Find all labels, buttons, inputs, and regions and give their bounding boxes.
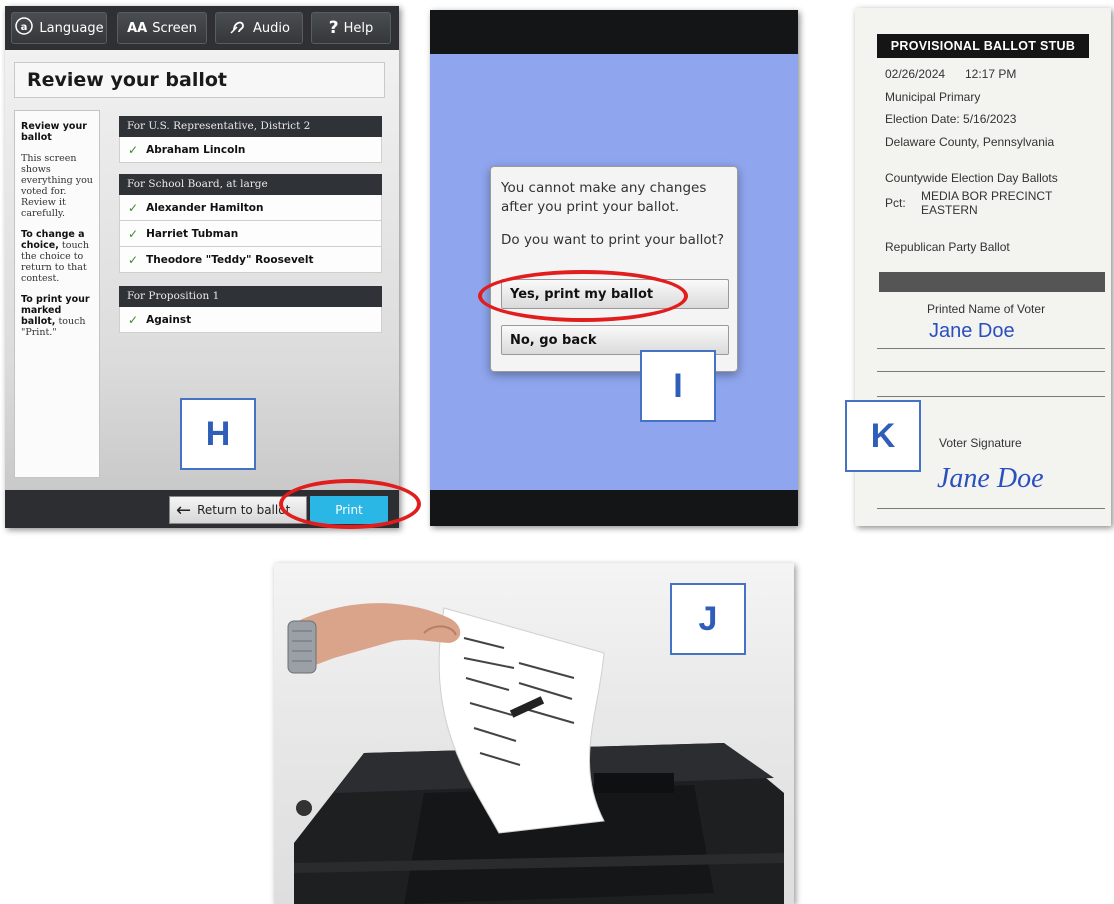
signature-line — [877, 508, 1105, 509]
print-highlight-ring — [279, 479, 421, 529]
svg-text:a: a — [21, 22, 28, 33]
arrow-left-icon: ← — [176, 499, 192, 521]
choice-row[interactable]: ✓ Against — [119, 307, 382, 333]
contest-us-representative: For U.S. Representative, District 2 ✓ Abr… — [119, 116, 382, 163]
panel-printer-photo: J — [274, 563, 794, 904]
choice-row[interactable]: ✓ Harriet Tubman — [119, 221, 382, 247]
confirm-print-dialog: You cannot make any changes after you pr… — [490, 166, 738, 372]
page-title: Review your ballot — [14, 62, 385, 98]
stub-header: PROVISIONAL BALLOT STUB — [877, 34, 1089, 58]
panel-print-confirmation-screen: You cannot make any changes after you pr… — [430, 10, 798, 526]
stub-precinct-line1: MEDIA BOR PRECINCT — [921, 189, 1053, 203]
screen-button[interactable]: AA Screen — [117, 12, 207, 44]
help-icon: ? — [328, 18, 339, 38]
printed-name: Jane Doe — [929, 320, 1015, 342]
dialog-warning: You cannot make any changes after you pr… — [501, 180, 707, 215]
language-label: Language — [39, 20, 104, 36]
signature-label: Voter Signature — [939, 436, 1022, 450]
screen-label: Screen — [152, 20, 197, 36]
sidebar-print-instructions: To print your marked ballot, touch "Prin… — [21, 294, 93, 338]
ear-icon — [228, 16, 248, 40]
checkmark-icon: ✓ — [128, 200, 139, 215]
name-line — [877, 348, 1105, 349]
panel-label-h: H — [180, 398, 256, 470]
blank-line — [877, 396, 1105, 397]
language-icon: a — [14, 16, 34, 40]
printed-name-label: Printed Name of Voter — [927, 302, 1046, 316]
contest-school-board: For School Board, at large ✓ Alexander Ha… — [119, 174, 382, 273]
stub-time: 12:17 PM — [965, 67, 1017, 81]
sidebar-change-instructions: To change a choice, touch the choice to … — [21, 229, 93, 284]
bottom-bar — [430, 490, 798, 526]
language-button[interactable]: a Language — [11, 12, 107, 44]
return-label: Return to ballot — [197, 503, 291, 517]
blank-line — [877, 371, 1105, 372]
help-button[interactable]: ? Help — [311, 12, 391, 44]
panel-label-k: K — [845, 400, 921, 472]
stub-election-type: Municipal Primary — [885, 90, 981, 104]
panel-review-ballot-screen: a Language AA Screen Audio ? Help Review… — [5, 6, 399, 528]
panel-label-j: J — [670, 583, 746, 655]
contest-title: For School Board, at large — [119, 174, 382, 195]
choice-label: Harriet Tubman — [146, 227, 239, 240]
contest-title: For U.S. Representative, District 2 — [119, 116, 382, 137]
panel-label-i: I — [640, 350, 716, 422]
choice-row[interactable]: ✓ Alexander Hamilton — [119, 195, 382, 221]
choice-row[interactable]: ✓ Theodore "Teddy" Roosevelt — [119, 247, 382, 273]
choice-label: Abraham Lincoln — [146, 143, 246, 156]
choice-label: Against — [146, 313, 192, 326]
stub-ballot-type: Countywide Election Day Ballots — [885, 171, 1058, 185]
choice-label: Alexander Hamilton — [146, 201, 264, 214]
sidebar-intro: This screen shows everything you voted f… — [21, 153, 93, 219]
checkmark-icon: ✓ — [128, 142, 139, 157]
stub-county: Delaware County, Pennsylvania — [885, 135, 1055, 149]
audio-label: Audio — [253, 20, 290, 36]
top-bar — [430, 10, 798, 54]
yes-highlight-ring — [478, 270, 688, 322]
stub-election-date: Election Date: 5/16/2023 — [885, 112, 1017, 126]
redacted-bar — [879, 272, 1105, 292]
help-label: Help — [343, 20, 374, 36]
sidebar-heading: Review your ballot — [21, 121, 87, 143]
contest-title: For Proposition 1 — [119, 286, 382, 307]
text-size-icon: AA — [127, 20, 148, 36]
checkmark-icon: ✓ — [128, 226, 139, 241]
instructions-sidebar: Review your ballot This screen shows eve… — [14, 110, 100, 478]
dialog-question: Do you want to print your ballot? — [501, 232, 725, 248]
checkmark-icon: ✓ — [128, 312, 139, 327]
stub-precinct-line2: EASTERN — [921, 203, 978, 217]
choice-row[interactable]: ✓ Abraham Lincoln — [119, 137, 382, 163]
checkmark-icon: ✓ — [128, 252, 139, 267]
stub-pct-label: Pct: — [885, 196, 906, 210]
stub-party: Republican Party Ballot — [885, 240, 1010, 254]
voter-signature: Jane Doe — [937, 463, 1044, 494]
choice-label: Theodore "Teddy" Roosevelt — [146, 253, 314, 266]
audio-button[interactable]: Audio — [215, 12, 303, 44]
contest-proposition-1: For Proposition 1 ✓ Against — [119, 286, 382, 333]
stub-date: 02/26/2024 — [885, 67, 946, 81]
